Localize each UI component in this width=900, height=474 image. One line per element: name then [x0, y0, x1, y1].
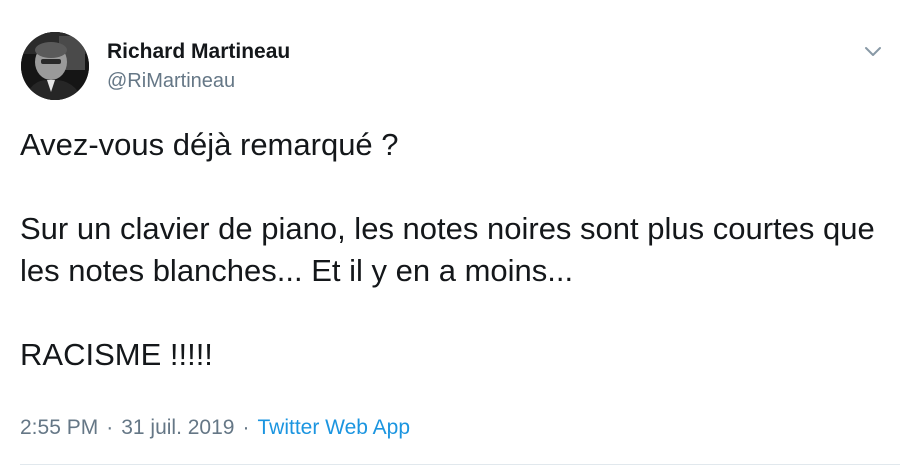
tweet-line-2: Sur un clavier de piano, les notes noire… — [20, 211, 875, 288]
avatar[interactable] — [21, 32, 89, 100]
divider — [20, 464, 900, 465]
tweet-time[interactable]: 2:55 PM — [20, 416, 98, 439]
meta-separator: · — [242, 416, 250, 439]
author-block: Richard Martineau @RiMartineau — [107, 39, 290, 93]
tweet-line-3: RACISME !!!!! — [20, 337, 213, 372]
profile-photo-icon — [21, 32, 89, 100]
tweet-line-1: Avez-vous déjà remarqué ? — [20, 127, 399, 162]
meta-separator: · — [106, 416, 114, 439]
tweet-date[interactable]: 31 juil. 2019 — [121, 416, 234, 439]
tweet-card: Richard Martineau @RiMartineau Avez-vous… — [0, 0, 900, 474]
chevron-down-icon — [865, 47, 881, 56]
tweet-source-link[interactable]: Twitter Web App — [257, 416, 410, 439]
user-handle[interactable]: @RiMartineau — [107, 69, 290, 93]
display-name[interactable]: Richard Martineau — [107, 39, 290, 65]
tweet-metadata: 2:55 PM · 31 juil. 2019 · Twitter Web App — [20, 414, 410, 442]
tweet-text: Avez-vous déjà remarqué ? Sur un clavier… — [20, 124, 880, 376]
tweet-menu-button[interactable] — [860, 38, 886, 64]
